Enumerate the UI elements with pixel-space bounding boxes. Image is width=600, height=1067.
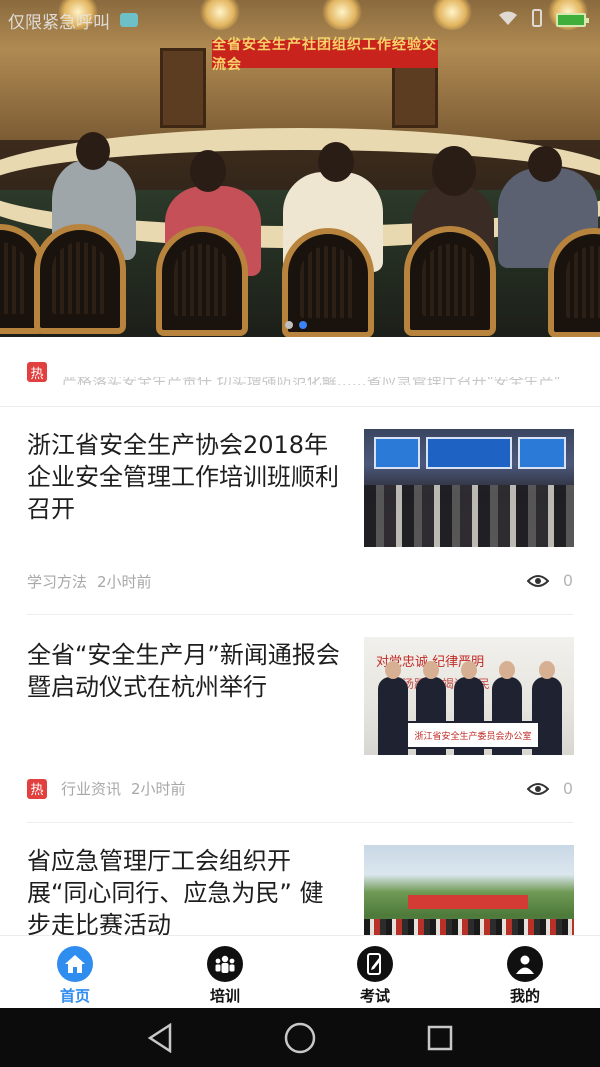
news-views: 0 — [526, 571, 573, 590]
home-button[interactable] — [280, 1018, 320, 1058]
tab-home[interactable]: 首页 — [0, 936, 150, 1008]
tab-mine[interactable]: 我的 — [450, 936, 600, 1008]
thumb-person — [378, 661, 408, 755]
banner-person-head — [318, 142, 354, 182]
views-count: 0 — [562, 779, 573, 798]
banner-chair — [156, 226, 248, 336]
news-thumbnail[interactable] — [364, 845, 574, 935]
banner-chair — [404, 226, 496, 336]
sim-icon — [120, 13, 138, 27]
news-item[interactable]: 浙江省安全生产协会2018年企业安全管理工作培训班顺利召开 学习方法 2小时前 … — [0, 407, 600, 615]
system-navigation-bar — [0, 1008, 600, 1067]
news-item[interactable]: 全省“安全生产月”新闻通报会暨启动仪式在杭州举行 对党忠诚 纪律严明 赴汤蹈火 … — [0, 615, 600, 823]
banner-sign: 全省安全生产社团组织工作经验交流会 — [212, 37, 438, 73]
news-title[interactable]: 省应急管理厅工会组织开展“同心同行、应急为民” 健步走比赛活动 — [27, 845, 345, 935]
battery-icon — [556, 13, 589, 27]
thumb-plaque: 浙江省安全生产委员会办公室 — [406, 721, 540, 749]
exam-phone-icon — [357, 946, 393, 982]
hot-badge: 热 — [27, 778, 47, 799]
group-icon — [207, 946, 243, 982]
thumb-crowd — [364, 919, 574, 935]
news-time: 2小时前 — [97, 573, 152, 591]
thumb-screen — [518, 437, 566, 469]
bottom-tab-bar: 首页 培训 考试 我的 — [0, 935, 600, 1008]
hot-badge: 热 — [27, 362, 47, 382]
vibrate-icon — [530, 8, 544, 32]
tab-training[interactable]: 培训 — [150, 936, 300, 1008]
eye-icon — [526, 574, 549, 588]
tab-exam[interactable]: 考试 — [300, 936, 450, 1008]
banner-person-head — [528, 146, 562, 182]
news-category: 学习方法 — [27, 573, 88, 591]
tab-label: 考试 — [359, 987, 390, 1005]
news-meta: 学习方法 2小时前 — [27, 571, 152, 592]
tab-label: 培训 — [209, 987, 240, 1005]
thumb-banner — [408, 895, 528, 909]
back-button[interactable] — [140, 1018, 180, 1058]
ticker-text[interactable]: 严格落实安全生产责任 切实增强防范化解……省应急管理厅召开"安全生产"工作会 — [62, 377, 562, 385]
home-icon — [57, 946, 93, 982]
news-thumbnail[interactable]: 对党忠诚 纪律严明 赴汤蹈火 竭诚为民 浙江省安全生产委员会办公室 — [364, 637, 574, 755]
hot-news-ticker[interactable]: 热 严格落实安全生产责任 切实增强防范化解……省应急管理厅召开"安全生产"工作会 — [0, 337, 600, 407]
thumb-crowd — [364, 485, 574, 547]
thumb-screen — [426, 437, 512, 469]
news-category: 行业资讯 — [61, 780, 122, 798]
user-icon — [507, 946, 543, 982]
wifi-icon — [498, 10, 518, 30]
banner-person-head — [432, 146, 476, 196]
news-thumbnail[interactable] — [364, 429, 574, 547]
news-title[interactable]: 浙江省安全生产协会2018年企业安全管理工作培训班顺利召开 — [27, 429, 345, 525]
news-meta: 热 行业资讯 2小时前 — [27, 778, 186, 799]
carousel-indicator — [285, 321, 307, 329]
banner-person-head — [76, 132, 110, 170]
eye-icon — [526, 782, 549, 796]
thumb-screen — [374, 437, 420, 469]
tab-label: 首页 — [59, 987, 90, 1005]
carrier-text: 仅限紧急呼叫 — [8, 12, 110, 33]
carousel-dot-active[interactable] — [299, 321, 307, 329]
banner-shelf — [160, 48, 206, 128]
tab-label: 我的 — [509, 987, 540, 1005]
news-time: 2小时前 — [131, 780, 186, 798]
carousel-dot[interactable] — [285, 321, 293, 329]
recents-button[interactable] — [420, 1018, 460, 1058]
banner-chair — [34, 224, 126, 334]
views-count: 0 — [562, 571, 573, 590]
banner-carousel[interactable]: 全省安全生产社团组织工作经验交流会 仅限紧急呼叫 — [0, 0, 600, 337]
news-views: 0 — [526, 779, 573, 798]
banner-person-head — [190, 150, 226, 192]
news-title[interactable]: 全省“安全生产月”新闻通报会暨启动仪式在杭州举行 — [27, 639, 345, 703]
status-bar: 仅限紧急呼叫 — [0, 0, 600, 40]
news-item[interactable]: 省应急管理厅工会组织开展“同心同行、应急为民” 健步走比赛活动 — [0, 823, 600, 935]
